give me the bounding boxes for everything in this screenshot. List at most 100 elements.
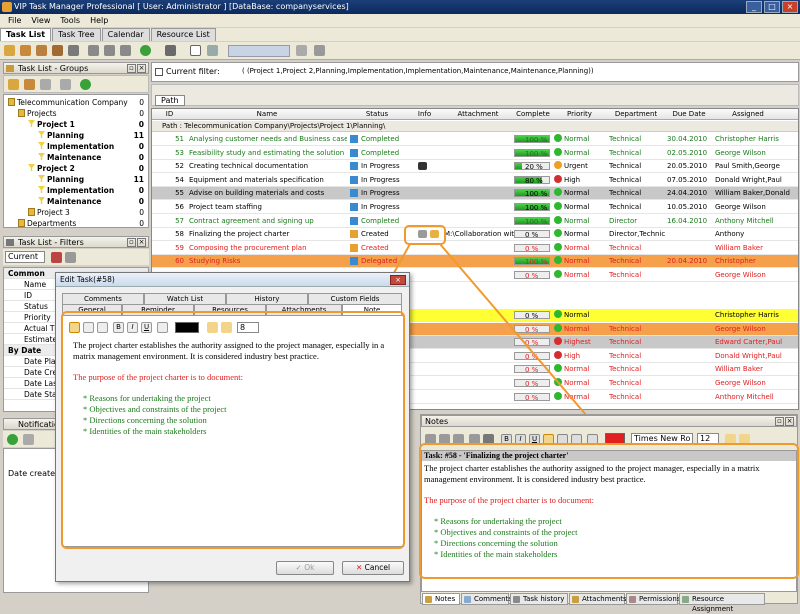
col-attachment[interactable]: Attachment <box>442 109 514 120</box>
tab-task-history[interactable]: Task history <box>510 593 568 605</box>
navigate-icon[interactable] <box>165 45 176 56</box>
cancel-button[interactable]: ✕ Cancel <box>342 561 404 575</box>
cut-icon[interactable] <box>425 434 436 445</box>
copy-task-icon[interactable] <box>52 45 63 56</box>
refresh-icon[interactable] <box>140 45 151 56</box>
paste-icon[interactable] <box>453 434 464 445</box>
clock-icon[interactable] <box>418 162 427 171</box>
tab-permissions[interactable]: Permissions <box>626 593 680 605</box>
font-name-select[interactable]: Times New Ro <box>631 433 693 445</box>
tree-item[interactable]: Implementation 0 <box>38 185 144 196</box>
grow-font-icon[interactable] <box>725 434 736 445</box>
view-icon[interactable] <box>207 45 218 56</box>
tree-item[interactable]: Implementation 0 <box>38 141 144 152</box>
align-right-icon[interactable] <box>97 322 108 333</box>
col-id[interactable]: ID <box>152 109 187 120</box>
tab-task-tree[interactable]: Task Tree <box>52 28 101 41</box>
close-panel-icon[interactable]: × <box>137 238 146 247</box>
align-left-icon[interactable] <box>543 434 554 445</box>
tree-item[interactable]: Project 1 0 <box>28 119 144 130</box>
table-row[interactable]: 52 Creating technical documentation In Pro… <box>152 160 798 174</box>
menu-file[interactable]: File <box>8 14 21 27</box>
move-up-icon[interactable] <box>88 45 99 56</box>
font-color-picker[interactable] <box>175 322 199 333</box>
tab-calendar[interactable]: Calendar <box>101 28 150 41</box>
current-filter-checkbox[interactable] <box>155 68 163 76</box>
col-assigned[interactable]: Assigned <box>713 109 783 120</box>
maximize-button[interactable]: □ <box>764 1 780 13</box>
table-row[interactable]: 58 Finalizing the project charter Created M… <box>152 228 798 242</box>
refresh-notifications-icon[interactable] <box>7 434 18 445</box>
col-priority[interactable]: Priority <box>552 109 607 120</box>
tab-resources[interactable]: Resources <box>194 304 266 315</box>
tree-item[interactable]: Maintenance 0 <box>38 196 144 207</box>
tab-comments[interactable]: Comments <box>461 593 512 605</box>
tree-item[interactable]: Departments 0 <box>18 218 144 229</box>
dialog-note-document[interactable]: The project charter establishes the auth… <box>73 340 393 437</box>
italic-icon[interactable]: I <box>515 434 526 445</box>
table-row[interactable]: 55 Advise on building materials and costs… <box>152 187 798 201</box>
print-icon[interactable] <box>314 45 325 56</box>
refresh-groups-icon[interactable] <box>80 79 91 90</box>
bold-icon[interactable]: B <box>113 322 124 333</box>
menu-tools[interactable]: Tools <box>60 14 80 27</box>
tree-item[interactable]: Project 2 0 <box>28 163 144 174</box>
underline-icon[interactable]: U <box>141 322 152 333</box>
col-due-date[interactable]: Due Date <box>665 109 713 120</box>
italic-icon[interactable]: I <box>127 322 138 333</box>
shrink-font-icon[interactable] <box>221 322 232 333</box>
tab-resource-list[interactable]: Resource List <box>150 28 216 41</box>
expand-columns-icon[interactable] <box>190 45 201 56</box>
close-button[interactable]: × <box>782 1 798 13</box>
tab-comments-dlg[interactable]: Comments <box>62 293 144 304</box>
tab-attachments-dlg[interactable]: Attachments <box>266 304 342 315</box>
col-department[interactable]: Department <box>607 109 665 120</box>
delete-task-icon[interactable] <box>68 45 79 56</box>
tab-history[interactable]: History <box>226 293 308 304</box>
col-status[interactable]: Status <box>347 109 407 120</box>
table-row[interactable]: 56 Project team staffing In Progress 100 % N… <box>152 201 798 214</box>
print-preview-icon[interactable] <box>483 434 494 445</box>
edit-group-icon[interactable] <box>24 79 35 90</box>
grow-font-icon[interactable] <box>207 322 218 333</box>
copy-icon[interactable] <box>439 434 450 445</box>
bullets-icon[interactable] <box>157 322 168 333</box>
tab-attachments[interactable]: Attachments <box>569 593 627 605</box>
move-down-icon[interactable] <box>104 45 115 56</box>
col-info[interactable]: Info <box>407 109 442 120</box>
table-row[interactable]: 53 Feasibility study and estimating the s… <box>152 146 798 160</box>
tree-item[interactable]: Telecommunication Company 0 <box>8 97 144 108</box>
notification-options-icon[interactable] <box>23 434 34 445</box>
tab-watch-list[interactable]: Watch List <box>144 293 226 304</box>
bullets-icon[interactable] <box>587 434 598 445</box>
tree-item[interactable]: Project 3 0 <box>28 207 144 218</box>
tree-item[interactable]: Planning 11 <box>38 174 144 185</box>
filter-select[interactable]: Current <box>5 251 45 263</box>
align-center-icon[interactable] <box>557 434 568 445</box>
view-select[interactable] <box>228 45 290 57</box>
notes-content[interactable]: Task: #58 - 'Finalizing the project char… <box>421 450 797 592</box>
ok-button[interactable]: ✓ Ok <box>276 561 334 575</box>
tab-reminder[interactable]: Reminder <box>122 304 194 315</box>
close-panel-icon[interactable]: × <box>785 417 794 426</box>
tree-item[interactable]: Projects 0 <box>18 108 144 119</box>
tab-task-list[interactable]: Task List <box>0 28 52 41</box>
minimize-button[interactable]: _ <box>746 1 762 13</box>
menu-help[interactable]: Help <box>90 14 108 27</box>
new-task-icon[interactable] <box>4 45 15 56</box>
close-panel-icon[interactable]: × <box>137 64 146 73</box>
tree-item[interactable]: Maintenance 0 <box>38 152 144 163</box>
tab-general[interactable]: General <box>62 304 122 315</box>
group-options-icon[interactable] <box>60 79 71 90</box>
edit-task-icon[interactable] <box>36 45 47 56</box>
clear-filter-icon[interactable] <box>51 252 62 263</box>
settings-icon[interactable] <box>296 45 307 56</box>
pin-icon[interactable]: ▫ <box>775 417 784 426</box>
tab-resource-assignment[interactable]: Resource Assignment <box>679 593 765 613</box>
delete-group-icon[interactable] <box>40 79 51 90</box>
note-icon[interactable] <box>418 230 427 239</box>
font-color-picker[interactable] <box>605 433 625 445</box>
col-name[interactable]: Name <box>187 109 347 120</box>
menu-view[interactable]: View <box>31 14 50 27</box>
move-bottom-icon[interactable] <box>120 45 131 56</box>
